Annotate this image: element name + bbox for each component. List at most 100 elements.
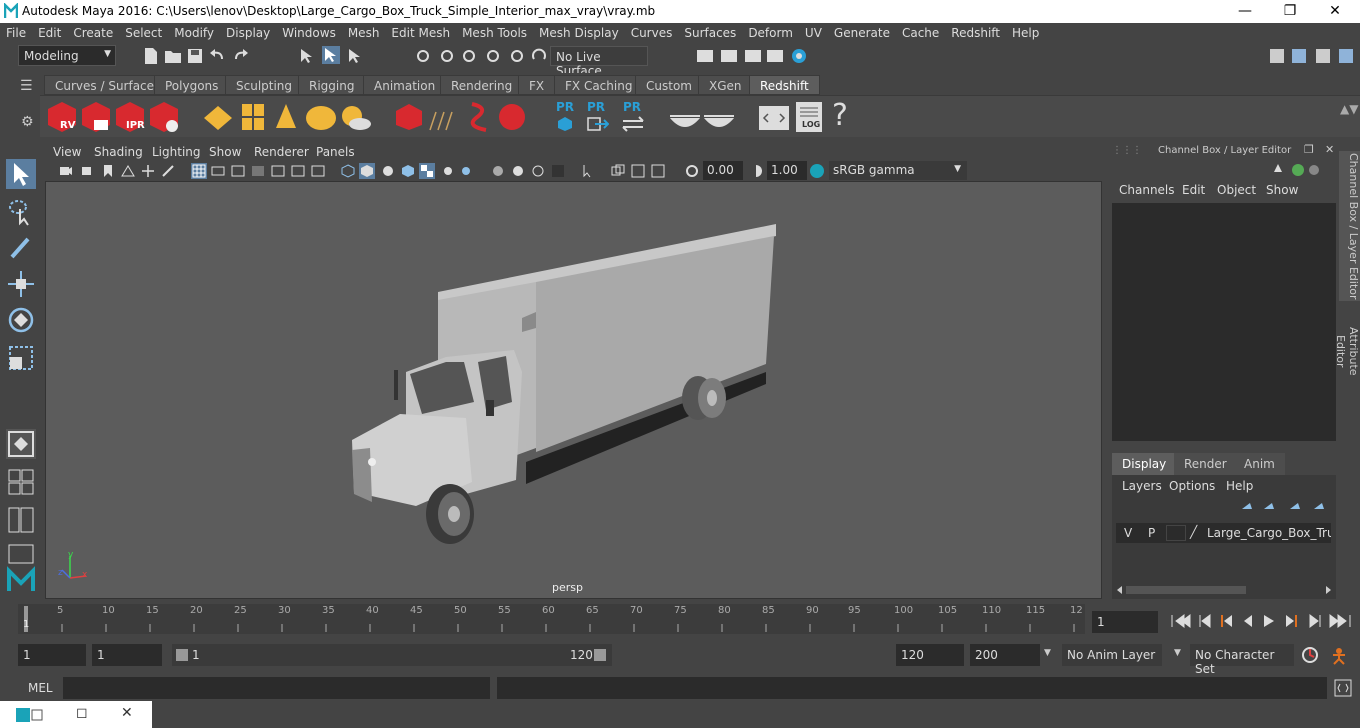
move-tool-icon[interactable] <box>6 269 36 299</box>
depth-of-field-icon[interactable] <box>551 164 565 178</box>
textured-icon[interactable] <box>419 163 435 179</box>
layer-color-swatch[interactable] <box>1166 525 1186 541</box>
cb-menu-edit[interactable]: Edit <box>1182 183 1205 197</box>
tab-rendering[interactable]: Rendering <box>440 75 524 95</box>
menu-windows[interactable]: Windows <box>276 23 342 43</box>
paint-select-icon[interactable] <box>6 233 36 263</box>
colorspace-dropdown[interactable]: sRGB gamma ▼ <box>829 161 967 180</box>
single-perspective-layout-icon[interactable] <box>6 429 36 459</box>
auto-key-icon[interactable] <box>1300 645 1320 665</box>
channel-box-area[interactable] <box>1112 203 1336 441</box>
menu-generate[interactable]: Generate <box>828 23 896 43</box>
modeling-toolkit-icon[interactable] <box>1290 47 1308 65</box>
xray-icon[interactable] <box>611 164 625 178</box>
layer-scrollbar[interactable] <box>1116 585 1332 595</box>
exposure-field[interactable]: 0.00 <box>703 161 743 180</box>
tab-xgen[interactable]: XGen <box>698 75 753 95</box>
menu-cache[interactable]: Cache <box>896 23 945 43</box>
float-panel-icon[interactable]: ❐ <box>1304 143 1314 156</box>
command-language-label[interactable]: MEL <box>28 681 53 695</box>
redshift-sphere-icon[interactable] <box>496 100 528 134</box>
tab-attribute-editor[interactable]: Attribute Editor <box>1334 309 1360 393</box>
restore-icon[interactable]: ◻ <box>76 705 88 721</box>
isolate-select-icon[interactable] <box>581 164 595 178</box>
default-material-icon[interactable] <box>381 164 395 178</box>
menu-create[interactable]: Create <box>67 23 119 43</box>
image-plane-icon[interactable] <box>121 164 135 178</box>
playback-end-field[interactable]: 120 <box>896 644 964 666</box>
redshift-mesh-light-icon[interactable] <box>394 102 424 132</box>
gamma-icon[interactable] <box>749 164 763 178</box>
redshift-volume-icon[interactable] <box>240 102 266 132</box>
render-current-icon[interactable] <box>720 47 738 65</box>
new-scene-icon[interactable] <box>142 47 160 65</box>
menu-file[interactable]: File <box>0 23 32 43</box>
redshift-proxy-icon[interactable] <box>202 104 234 132</box>
menu-display[interactable]: Display <box>220 23 276 43</box>
playback-start-field[interactable]: 1 <box>92 644 162 666</box>
snap-plane-icon[interactable] <box>484 47 502 65</box>
current-frame-field[interactable]: 1 <box>1092 611 1158 633</box>
layer-tools-icon[interactable] <box>1238 499 1332 515</box>
vp-menu-show[interactable]: Show <box>209 145 241 159</box>
menu-deform[interactable]: Deform <box>742 23 799 43</box>
render-view-icon[interactable] <box>696 47 714 65</box>
maya-mudbox-icon[interactable] <box>6 565 36 595</box>
wireframe-on-shaded-icon[interactable] <box>401 164 415 178</box>
snap-curve-icon[interactable] <box>438 47 456 65</box>
open-scene-icon[interactable] <box>164 47 182 65</box>
start-time-field[interactable]: 1 <box>18 644 86 666</box>
anti-aliasing-icon[interactable] <box>531 164 545 178</box>
le-menu-options[interactable]: Options <box>1169 479 1215 493</box>
tab-render-layers[interactable]: Render <box>1174 453 1237 475</box>
2d-pan-icon[interactable] <box>141 164 155 178</box>
menu-modify[interactable]: Modify <box>168 23 220 43</box>
range-slider[interactable]: 1 120 <box>172 644 612 666</box>
shelf-settings-icon[interactable]: ⚙ <box>21 114 34 130</box>
snap-surface-icon[interactable] <box>508 47 526 65</box>
safe-title-icon[interactable] <box>311 164 325 178</box>
menu-edit-mesh[interactable]: Edit Mesh <box>385 23 456 43</box>
select-component-icon[interactable] <box>346 47 364 65</box>
camera-attributes-icon[interactable] <box>81 164 95 178</box>
redshift-hair-icon[interactable] <box>426 102 460 132</box>
four-view-layout-icon[interactable] <box>6 467 36 497</box>
vp-menu-view[interactable]: View <box>53 145 81 159</box>
layer-playback-toggle[interactable]: P <box>1148 526 1155 540</box>
workspace-icon[interactable] <box>1268 47 1286 65</box>
le-menu-layers[interactable]: Layers <box>1122 479 1162 493</box>
minimize-button[interactable]: — <box>1230 2 1260 21</box>
screen-space-ao-icon[interactable] <box>491 164 505 178</box>
scale-tool-icon[interactable] <box>6 343 36 373</box>
undo-icon[interactable] <box>208 47 226 65</box>
vp-menu-panels[interactable]: Panels <box>316 145 355 159</box>
menu-mesh[interactable]: Mesh <box>342 23 386 43</box>
motion-blur-icon[interactable] <box>511 164 525 178</box>
menu-select[interactable]: Select <box>119 23 168 43</box>
menu-help[interactable]: Help <box>1006 23 1045 43</box>
bookmark-icon[interactable] <box>101 164 115 178</box>
redshift-light-dome-icon[interactable] <box>304 104 338 132</box>
tab-anim-layers[interactable]: Anim <box>1234 453 1285 475</box>
maya-window-icon[interactable] <box>16 706 46 724</box>
tab-animation[interactable]: Animation <box>363 75 447 95</box>
close-icon[interactable]: ✕ <box>121 705 133 721</box>
perspective-viewport[interactable]: y x z persp <box>45 181 1102 599</box>
help-icon[interactable]: ? <box>832 98 848 133</box>
range-start-handle[interactable] <box>176 649 188 661</box>
select-object-icon[interactable] <box>322 46 340 64</box>
material-bowl-icon[interactable] <box>668 104 702 132</box>
resolution-gate-icon[interactable] <box>231 164 245 178</box>
render-settings-icon[interactable] <box>766 47 784 65</box>
xray-joints-icon[interactable] <box>631 164 645 178</box>
panel-grip-icon[interactable]: ⋮⋮⋮ <box>1112 145 1142 156</box>
material-bowl-2-icon[interactable] <box>702 104 736 132</box>
tab-rigging[interactable]: Rigging <box>298 75 366 95</box>
chevron-down-icon[interactable]: ▼ <box>1044 648 1051 658</box>
tab-channel-box[interactable]: Channel Box / Layer Editor <box>1339 151 1360 301</box>
menu-uv[interactable]: UV <box>799 23 828 43</box>
layer-row[interactable]: V P ╱ Large_Cargo_Box_Truck_ <box>1116 523 1331 543</box>
vp-menu-renderer[interactable]: Renderer <box>254 145 309 159</box>
chevron-down-icon[interactable]: ▼ <box>1174 648 1181 658</box>
pr-export-icon[interactable] <box>587 116 609 132</box>
